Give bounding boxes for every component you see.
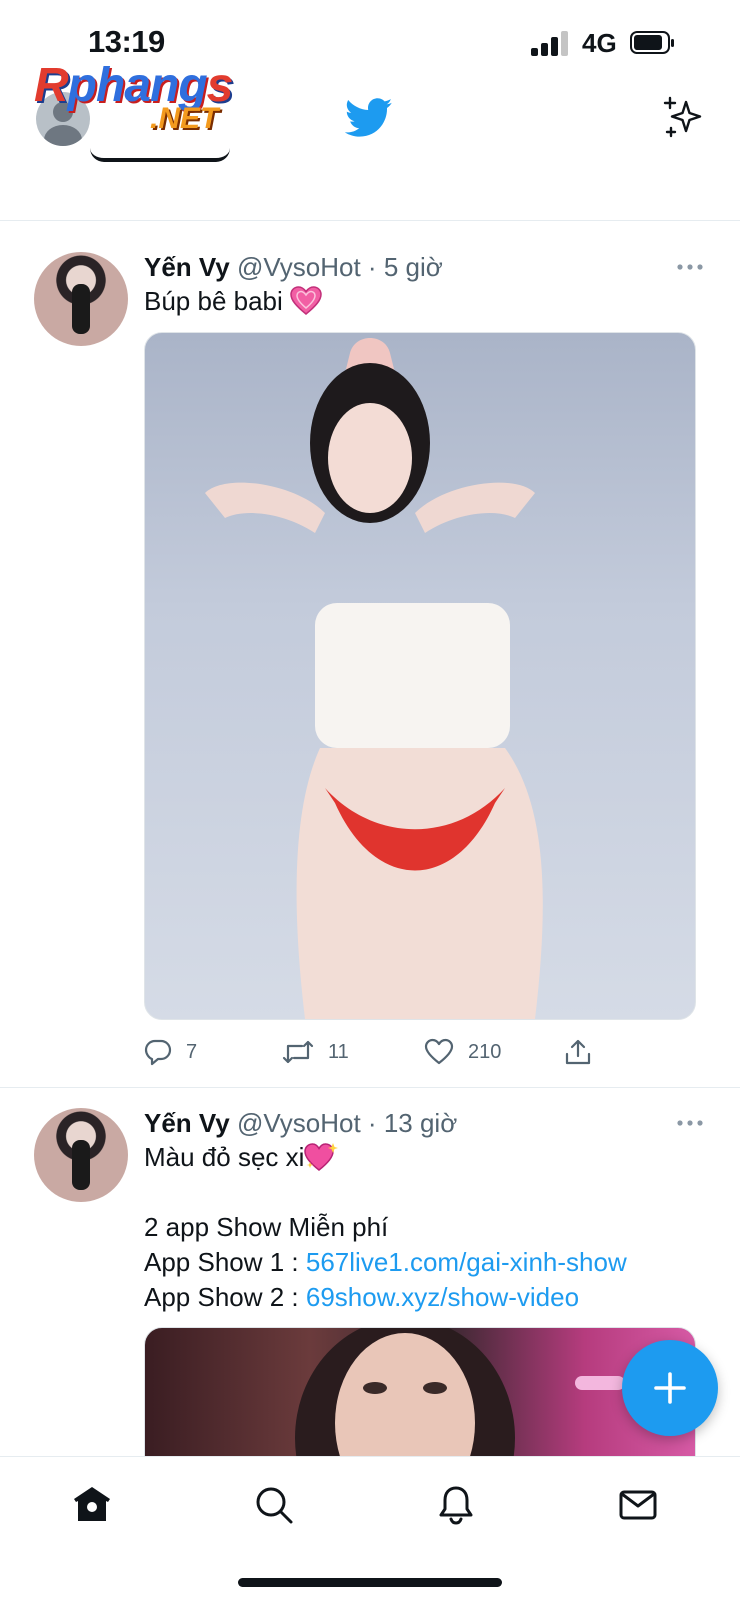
tweet-media-photo[interactable] — [144, 332, 696, 1020]
tweet-text: Màu đỏ sẹc xi 2 app Show Miễn phí App Sh… — [144, 1140, 704, 1315]
share-button[interactable] — [564, 1032, 592, 1072]
avatar-figure — [72, 1140, 90, 1190]
tweet-actions: 7 11 210 — [144, 1032, 704, 1072]
home-indicator[interactable] — [238, 1578, 502, 1587]
twitter-bird-icon[interactable] — [345, 98, 393, 138]
compose-tweet-button[interactable] — [622, 1340, 718, 1436]
tweet-text-line: App Show 2 : 69show.xyz/show-video — [144, 1282, 580, 1312]
tweet-card[interactable]: Yến Vy @VysoHot · 5 giờ Búp bê babi 7 11… — [0, 222, 740, 1088]
like-count: 210 — [468, 1040, 502, 1063]
tweet-link[interactable]: 567live1.com/gai-xinh-show — [306, 1247, 627, 1277]
search-icon[interactable] — [252, 1483, 296, 1527]
tweet-avatar[interactable] — [34, 1108, 128, 1202]
reply-icon — [144, 1039, 172, 1066]
retweet-count: 11 — [328, 1040, 349, 1063]
tweet-author-handle[interactable]: @VysoHot — [237, 1108, 361, 1138]
reply-button[interactable]: 7 — [144, 1032, 197, 1072]
tweet-author-handle[interactable]: @VysoHot — [237, 252, 361, 282]
sparkle-icon[interactable] — [662, 96, 706, 140]
tweet-media-photo[interactable] — [144, 1327, 696, 1456]
retweet-button[interactable]: 11 — [282, 1032, 349, 1072]
avatar-head-shape — [53, 102, 73, 122]
meta-separator: · — [367, 1108, 377, 1138]
tweet-text: Búp bê babi — [144, 284, 704, 319]
pink-heart-emoji-icon — [290, 286, 322, 315]
plus-icon — [654, 1372, 686, 1404]
tweet-header: Yến Vy @VysoHot · 13 giờ — [144, 1108, 457, 1139]
tweet-avatar[interactable] — [34, 252, 128, 346]
photo-placeholder-figure — [205, 338, 543, 1019]
more-options-icon[interactable] — [676, 262, 704, 272]
avatar-body-shape — [44, 125, 82, 146]
notifications-icon[interactable] — [434, 1483, 478, 1527]
tweet-timestamp[interactable]: 13 giờ — [384, 1108, 457, 1138]
photo-placeholder-figure — [295, 1328, 625, 1456]
retweet-icon — [282, 1040, 314, 1064]
status-time: 13:19 — [88, 24, 165, 59]
more-options-icon[interactable] — [676, 1118, 704, 1128]
tweet-text-line: App Show 1 : 567live1.com/gai-xinh-show — [144, 1247, 627, 1277]
tweet-text-line: Màu đỏ sẹc xi — [144, 1140, 704, 1175]
tweet-link[interactable]: 69show.xyz/show-video — [306, 1282, 579, 1312]
previous-content-edge — [90, 148, 230, 162]
avatar-figure — [72, 284, 90, 334]
home-icon[interactable] — [70, 1483, 114, 1527]
profile-avatar-button[interactable] — [36, 92, 90, 146]
tweet-timestamp[interactable]: 5 giờ — [384, 252, 443, 282]
tweet-author-name[interactable]: Yến Vy — [144, 1108, 230, 1138]
tweet-text-line: 2 app Show Miễn phí — [144, 1212, 389, 1242]
like-button[interactable]: 210 — [424, 1032, 501, 1072]
messages-icon[interactable] — [616, 1483, 660, 1527]
share-icon — [565, 1039, 591, 1065]
tweet-author-name[interactable]: Yến Vy — [144, 252, 230, 282]
sparkling-heart-emoji-icon — [304, 1143, 339, 1171]
heart-outline-icon — [424, 1038, 454, 1065]
signal-strength-icon — [531, 30, 571, 56]
feed-divider — [0, 220, 740, 221]
top-app-bar — [0, 60, 740, 210]
meta-separator: · — [367, 252, 377, 282]
reply-count: 7 — [186, 1040, 198, 1063]
tweet-header: Yến Vy @VysoHot · 5 giờ — [144, 252, 443, 283]
network-type: 4G — [582, 28, 617, 58]
battery-icon — [630, 31, 674, 54]
